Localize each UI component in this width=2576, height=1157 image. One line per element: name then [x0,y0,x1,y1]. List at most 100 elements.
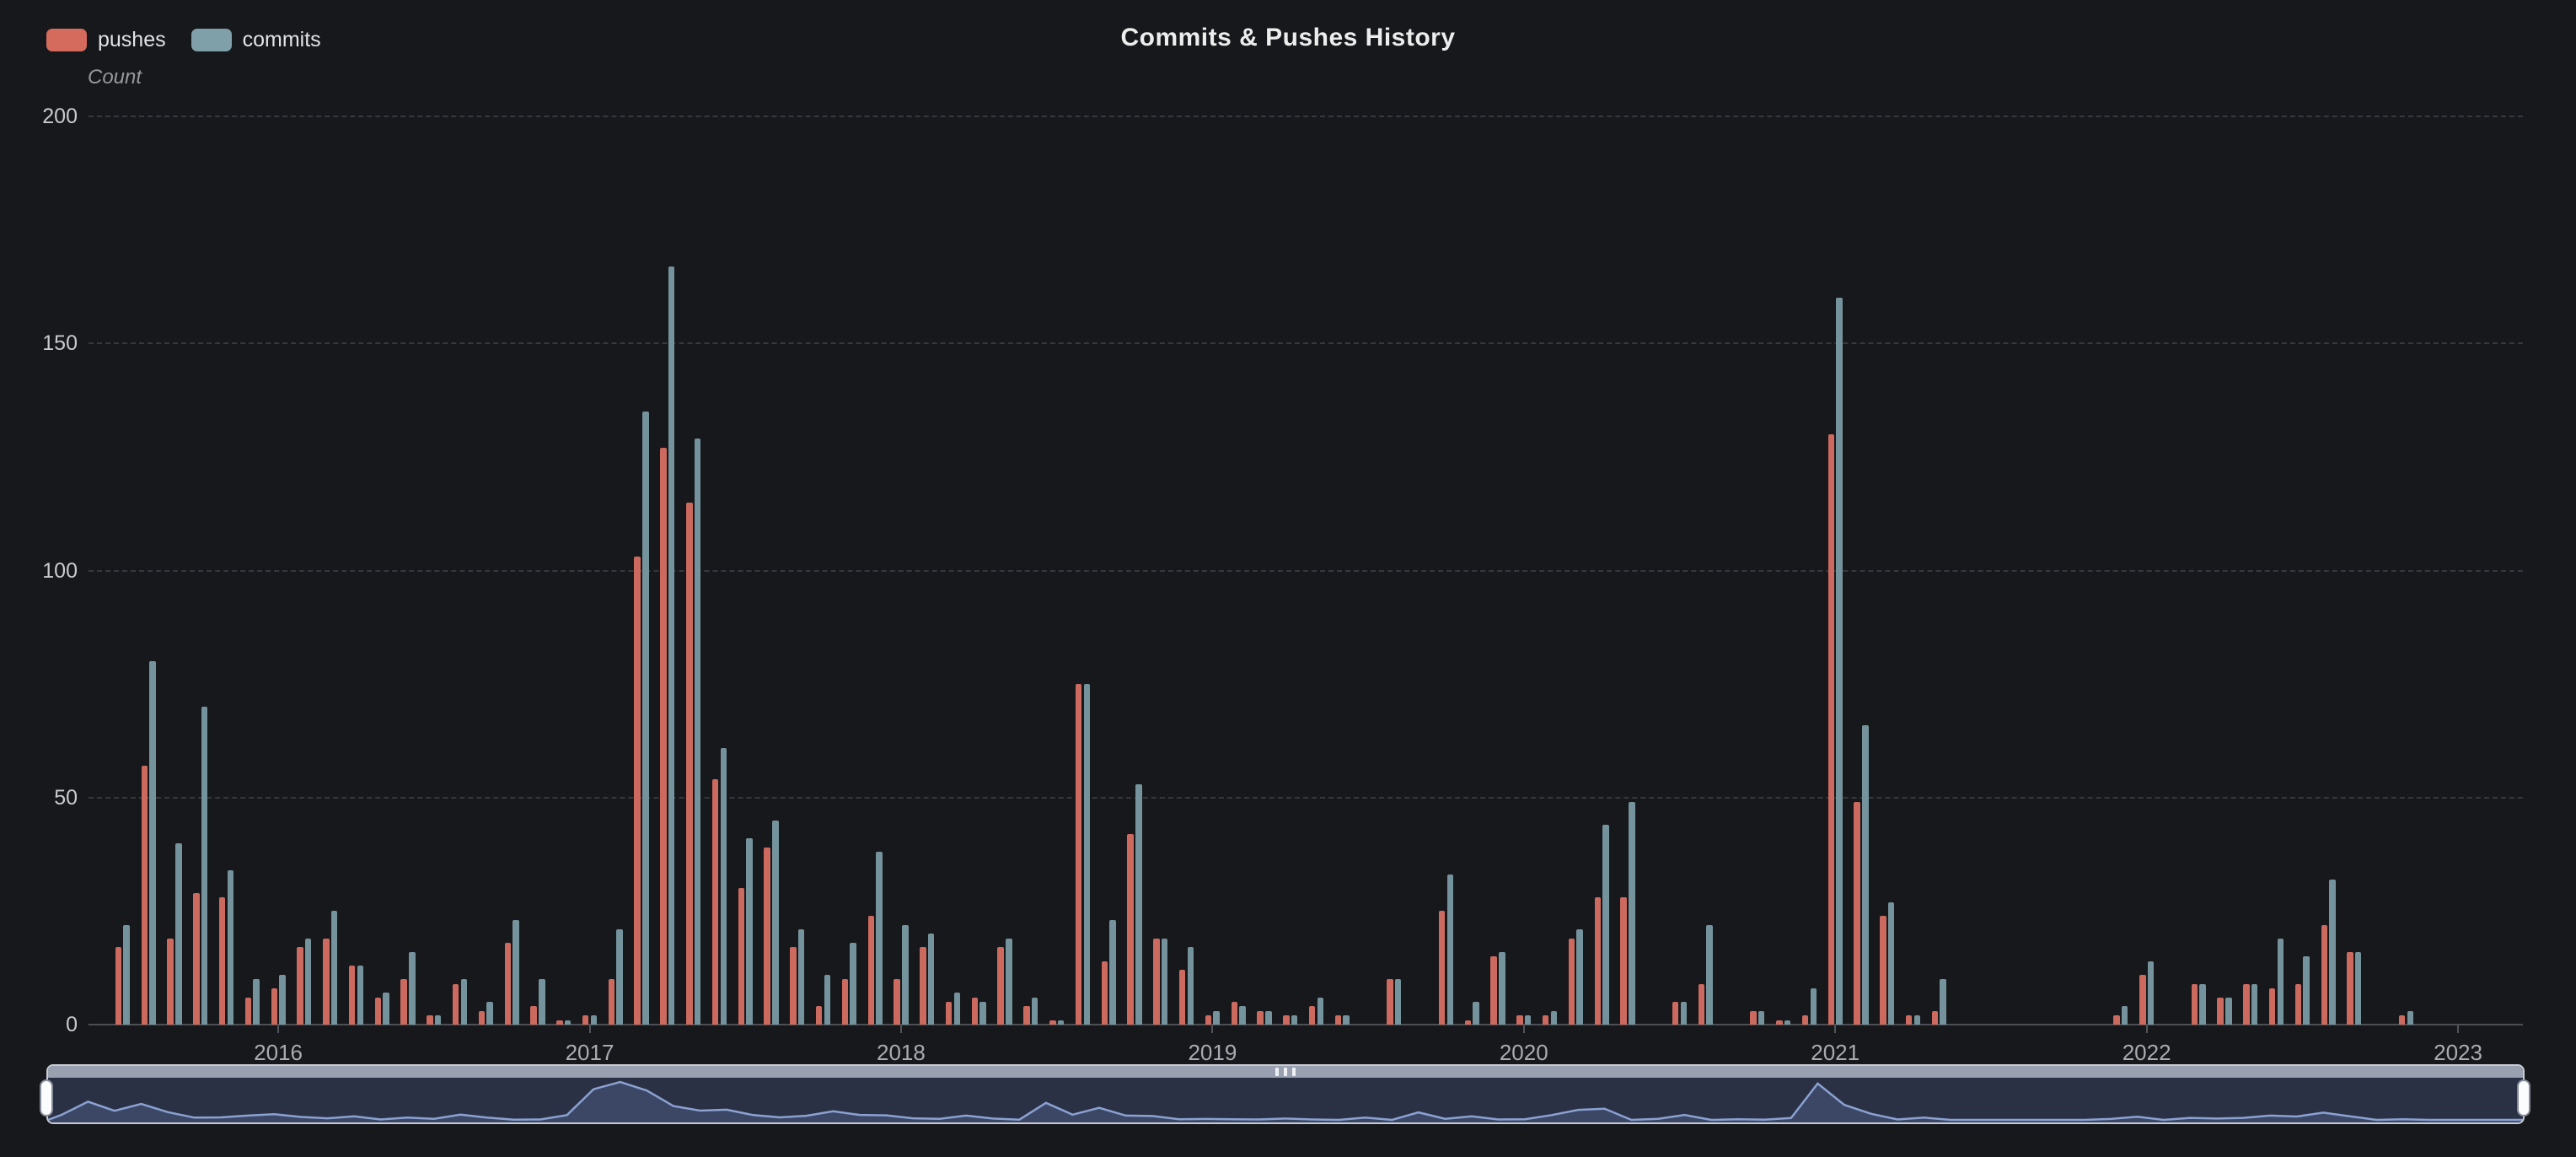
bar-pushes[interactable] [1543,1015,1549,1025]
bar-pushes[interactable] [479,1011,486,1025]
bar-commits[interactable] [902,925,909,1025]
bar-pushes[interactable] [1620,897,1627,1025]
bar-pushes[interactable] [1309,1006,1316,1025]
bar-commits[interactable] [721,748,727,1025]
bar-pushes[interactable] [1153,939,1160,1025]
bar-pushes[interactable] [349,966,356,1025]
datazoom-move-handle[interactable] [48,1066,2523,1078]
bar-pushes[interactable] [1179,970,1186,1025]
bar-commits[interactable] [461,979,468,1025]
bar-commits[interactable] [565,1020,572,1025]
bar-pushes[interactable] [1880,916,1886,1025]
bar-commits[interactable] [383,993,389,1025]
bar-commits[interactable] [1811,988,1817,1025]
bar-commits[interactable] [954,993,961,1025]
bar-pushes[interactable] [1335,1015,1342,1025]
bar-pushes[interactable] [660,448,667,1025]
bar-pushes[interactable] [764,848,770,1025]
bar-pushes[interactable] [1672,1002,1679,1025]
bar-pushes[interactable] [115,947,122,1025]
bar-commits[interactable] [123,925,130,1025]
bar-pushes[interactable] [530,1006,537,1025]
bar-pushes[interactable] [712,779,719,1025]
bar-pushes[interactable] [271,988,278,1025]
bar-commits[interactable] [305,939,312,1025]
bar-pushes[interactable] [2347,952,2353,1025]
bar-commits[interactable] [1499,952,1505,1025]
bar-commits[interactable] [1473,1002,1479,1025]
bar-commits[interactable] [1706,925,1713,1025]
bar-commits[interactable] [1940,979,1946,1025]
datazoom-slider[interactable] [46,1064,2525,1124]
bar-commits[interactable] [2122,1006,2128,1025]
bar-commits[interactable] [1629,802,1635,1025]
bar-commits[interactable] [279,975,286,1025]
bar-commits[interactable] [2251,984,2258,1025]
bar-commits[interactable] [1188,947,1194,1025]
bar-commits[interactable] [1914,1015,1921,1025]
bar-pushes[interactable] [1387,979,1393,1025]
bar-pushes[interactable] [686,503,693,1025]
bar-pushes[interactable] [582,1015,589,1025]
bar-pushes[interactable] [2243,984,2250,1025]
bar-pushes[interactable] [738,888,745,1025]
bar-commits[interactable] [1006,939,1012,1025]
bar-pushes[interactable] [193,893,200,1025]
bar-commits[interactable] [2225,998,2232,1025]
bar-pushes[interactable] [2192,984,2198,1025]
bar-commits[interactable] [1343,1015,1350,1025]
bar-commits[interactable] [175,843,182,1025]
bar-pushes[interactable] [609,979,615,1025]
bar-commits[interactable] [2355,952,2362,1025]
bar-pushes[interactable] [1776,1020,1783,1025]
bar-pushes[interactable] [842,979,849,1025]
bar-pushes[interactable] [219,897,226,1025]
bar-pushes[interactable] [816,1006,823,1025]
bar-commits[interactable] [513,920,519,1025]
bar-commits[interactable] [1239,1006,1246,1025]
bar-commits[interactable] [1525,1015,1532,1025]
bar-pushes[interactable] [2321,925,2328,1025]
bar-commits[interactable] [876,852,883,1025]
bar-pushes[interactable] [1283,1015,1290,1025]
bar-commits[interactable] [1213,1011,1220,1025]
bar-commits[interactable] [2407,1011,2414,1025]
bar-commits[interactable] [1862,725,1869,1025]
bar-commits[interactable] [409,952,416,1025]
bar-commits[interactable] [149,661,156,1025]
bar-pushes[interactable] [972,998,979,1025]
bar-pushes[interactable] [1750,1011,1757,1025]
bar-commits[interactable] [1318,998,1324,1025]
bar-commits[interactable] [824,975,831,1025]
bar-pushes[interactable] [894,979,900,1025]
bar-pushes[interactable] [1516,1015,1523,1025]
bar-commits[interactable] [228,870,234,1025]
bar-commits[interactable] [1109,920,1116,1025]
bar-commits[interactable] [2199,984,2206,1025]
bar-commits[interactable] [1291,1015,1298,1025]
bar-pushes[interactable] [1102,961,1108,1025]
bar-pushes[interactable] [505,943,512,1025]
bar-pushes[interactable] [1257,1011,1264,1025]
bar-commits[interactable] [1135,784,1142,1025]
bar-commits[interactable] [2303,956,2310,1025]
bar-commits[interactable] [1551,1011,1558,1025]
bar-pushes[interactable] [946,1002,953,1025]
bar-commits[interactable] [1836,298,1843,1025]
bar-commits[interactable] [979,1002,986,1025]
bar-commits[interactable] [331,911,338,1025]
bar-pushes[interactable] [1127,834,1134,1025]
bar-pushes[interactable] [2269,988,2276,1025]
bar-commits[interactable] [1265,1011,1272,1025]
bar-pushes[interactable] [920,947,926,1025]
bar-commits[interactable] [616,929,623,1025]
bar-pushes[interactable] [2399,1015,2406,1025]
bar-pushes[interactable] [2217,998,2224,1025]
bar-commits[interactable] [1162,939,1168,1025]
bar-commits[interactable] [357,966,364,1025]
bar-commits[interactable] [798,929,805,1025]
bar-commits[interactable] [486,1002,493,1025]
bar-pushes[interactable] [167,939,174,1025]
bar-commits[interactable] [1888,902,1895,1025]
bar-pushes[interactable] [1465,1020,1472,1025]
